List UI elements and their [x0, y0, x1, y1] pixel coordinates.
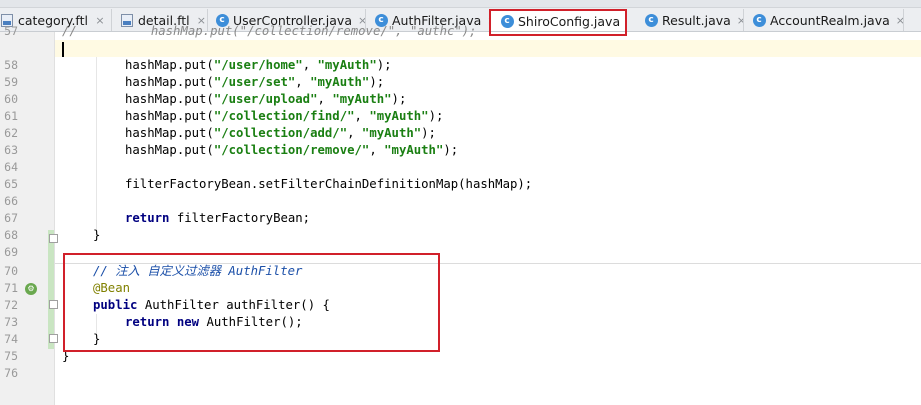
line-code: hashMap.put("/collection/add/", "myAuth"… [125, 126, 436, 140]
code-line-58[interactable]: 58 hashMap.put("/user/home", "myAuth"); [0, 57, 921, 74]
code-line-64[interactable]: 64 [0, 159, 921, 176]
code-line-66[interactable]: 66 [0, 193, 921, 210]
tab-bar-top-strip [0, 0, 921, 8]
line-number: 59 [4, 75, 18, 89]
line-code: hashMap.put("/collection/find/", "myAuth… [125, 109, 444, 123]
code-line-69[interactable]: 69 [0, 244, 921, 261]
line-code: filterFactoryBean.setFilterChainDefiniti… [125, 177, 533, 191]
code-line-67[interactable]: 67 return filterFactoryBean; [0, 210, 921, 227]
line-number: 60 [4, 92, 18, 106]
line-number: 64 [4, 160, 18, 174]
code-line-74[interactable]: 74 } [0, 331, 921, 348]
line-number: 66 [4, 194, 18, 208]
code-line-75[interactable]: 75 } [0, 348, 921, 365]
code-line-71[interactable]: 71 @Bean [0, 280, 921, 297]
line-code: hashMap.put("/user/home", "myAuth"); [125, 58, 392, 72]
line-code: @Bean [93, 281, 131, 295]
line-number: 75 [4, 349, 18, 363]
line-code: hashMap.put("/user/upload", "myAuth"); [125, 92, 407, 106]
code-line-63[interactable]: 63 hashMap.put("/collection/remove/", "m… [0, 142, 921, 159]
line-code: public AuthFilter authFilter() { [93, 298, 330, 312]
line-number: 57 [4, 24, 18, 38]
line-number: 72 [4, 298, 18, 312]
code-line-62[interactable]: 62 hashMap.put("/collection/add/", "myAu… [0, 125, 921, 142]
code-line-68[interactable]: 68 } [0, 227, 921, 244]
line-number: 67 [4, 211, 18, 225]
code-line-72[interactable]: 72 public AuthFilter authFilter() { [0, 297, 921, 314]
line-number: 71 [4, 281, 18, 295]
line-code: // hashMap.put("/collection/remove/", "a… [62, 24, 477, 38]
line-number: 68 [4, 228, 18, 242]
line-number: 65 [4, 177, 18, 191]
line-number: 63 [4, 143, 18, 157]
text-caret [62, 42, 64, 57]
line-code: hashMap.put("/user/set", "myAuth"); [125, 75, 385, 89]
line-number: 74 [4, 332, 18, 346]
line-number: 58 [4, 58, 18, 72]
line-code: } [62, 349, 70, 363]
code-line-65[interactable]: 65 filterFactoryBean.setFilterChainDefin… [0, 176, 921, 193]
code-line-76[interactable]: 76 [0, 365, 921, 382]
code-line-60[interactable]: 60 hashMap.put("/user/upload", "myAuth")… [0, 91, 921, 108]
line-number: 70 [4, 264, 18, 278]
line-code: // 注入 自定义过滤器 AuthFilter [93, 264, 303, 278]
line-number: 69 [4, 245, 18, 259]
code-line-59[interactable]: 59 hashMap.put("/user/set", "myAuth"); [0, 74, 921, 91]
code-line-57[interactable]: 57 // hashMap.put("/collection/remove/",… [0, 23, 921, 40]
line-code: hashMap.put("/collection/remove/", "myAu… [125, 143, 459, 157]
line-code: return new AuthFilter(); [125, 315, 303, 329]
current-line-highlight [55, 40, 921, 57]
code-line-61[interactable]: 61 hashMap.put("/collection/find/", "myA… [0, 108, 921, 125]
line-code: return filterFactoryBean; [125, 211, 311, 225]
line-code: } [93, 332, 101, 346]
line-number: 73 [4, 315, 18, 329]
line-number: 62 [4, 126, 18, 140]
line-number: 76 [4, 366, 18, 380]
code-line-70[interactable]: 70 // 注入 自定义过滤器 AuthFilter [0, 263, 921, 280]
line-code: } [93, 228, 101, 242]
code-line-73[interactable]: 73 return new AuthFilter(); [0, 314, 921, 331]
line-number: 61 [4, 109, 18, 123]
